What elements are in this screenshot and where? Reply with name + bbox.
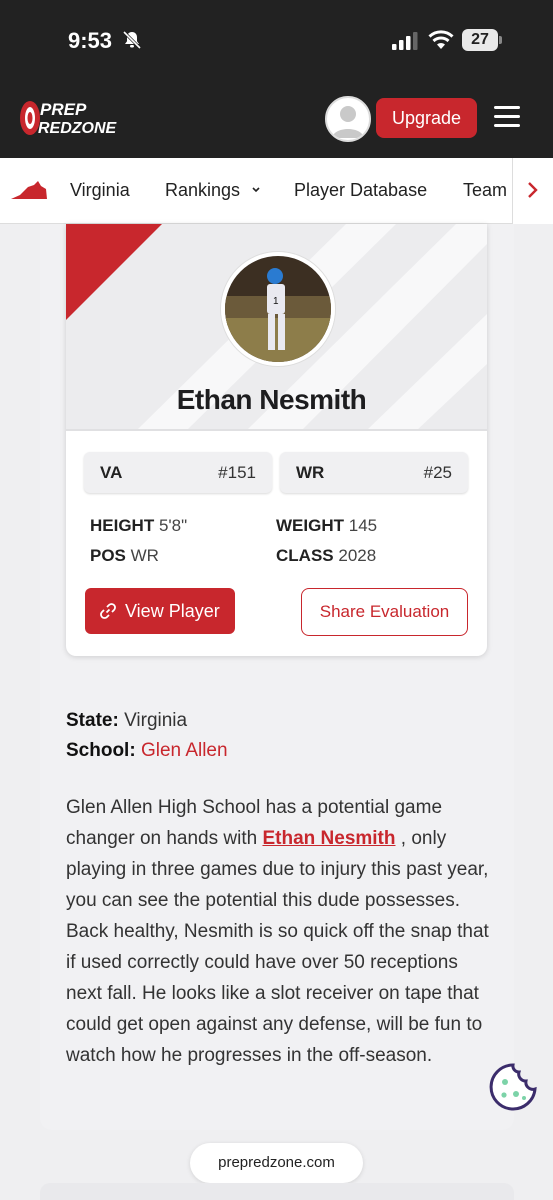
battery-tip — [499, 36, 502, 44]
chevron-down-icon — [252, 187, 260, 193]
pos-stat: POS WR — [90, 546, 159, 566]
nav-item-team[interactable]: Team — [463, 180, 507, 201]
nav-scroll-button[interactable] — [512, 158, 553, 224]
position-rank-chip: WR #25 — [280, 452, 468, 493]
prep-redzone-logo[interactable]: PREP REDZONE — [20, 98, 132, 138]
logo-bottom-text: REDZONE — [38, 120, 118, 137]
signal-icon — [392, 32, 418, 50]
state-label: State: — [66, 710, 119, 731]
share-evaluation-button[interactable]: Share Evaluation — [301, 588, 468, 636]
menu-icon[interactable] — [494, 106, 520, 130]
height-label: HEIGHT — [90, 516, 155, 535]
height-stat: HEIGHT 5'8" — [90, 516, 187, 536]
next-card — [40, 1183, 514, 1200]
nav-item-rankings[interactable]: Rankings — [165, 180, 240, 201]
article-text-after: , only playing in three games due to inj… — [66, 828, 489, 1066]
state-line: State: Virginia — [66, 710, 187, 732]
height-value: 5'8" — [158, 516, 188, 535]
school-link[interactable]: Glen Allen — [141, 740, 228, 761]
class-label: CLASS — [276, 546, 334, 565]
player-card-header: 1 Ethan Nesmith — [66, 224, 487, 431]
pos-value: WR — [130, 546, 159, 565]
link-icon — [100, 603, 116, 619]
state-rank-value: #151 — [218, 463, 256, 482]
position-rank-label: WR — [296, 463, 325, 482]
position-rank-value: #25 — [423, 463, 452, 482]
weight-stat: WEIGHT 145 — [276, 516, 377, 536]
state-rank-chip: VA #151 — [84, 452, 272, 493]
view-player-button[interactable]: View Player — [85, 588, 235, 634]
nav-item-virginia[interactable]: Virginia — [70, 180, 130, 201]
virginia-map-icon[interactable] — [10, 181, 48, 201]
class-value: 2028 — [338, 546, 377, 565]
logo-top-text: PREP — [40, 100, 87, 119]
avatar[interactable] — [325, 96, 371, 142]
weight-value: 145 — [348, 516, 378, 535]
state-rank-label: VA — [100, 463, 123, 482]
player-card: 1 Ethan Nesmith VA #151 WR #25 HEIGHT 5'… — [66, 224, 487, 656]
weight-label: WEIGHT — [276, 516, 344, 535]
cookie-icon[interactable] — [488, 1062, 538, 1112]
battery-indicator: 27 — [462, 29, 498, 51]
article-body: Glen Allen High School has a potential g… — [66, 792, 491, 1071]
view-player-label: View Player — [125, 601, 220, 621]
user-icon — [332, 106, 364, 138]
status-time: 9:53 — [68, 28, 113, 53]
bell-slash-icon — [122, 30, 142, 50]
upgrade-button[interactable]: Upgrade — [376, 98, 477, 138]
chevron-right-icon — [528, 182, 538, 198]
school-label: School: — [66, 740, 136, 761]
class-stat: CLASS 2028 — [276, 546, 376, 566]
url-bar[interactable]: prepredzone.com — [190, 1143, 363, 1183]
player-name: Ethan Nesmith — [176, 384, 367, 415]
player-photo: 1 — [221, 252, 335, 366]
svg-text:1: 1 — [273, 296, 279, 307]
player-name-link[interactable]: Ethan Nesmith — [262, 828, 395, 849]
pos-label: POS — [90, 546, 126, 565]
state-value: Virginia — [124, 710, 188, 731]
nav-item-player-database[interactable]: Player Database — [294, 180, 427, 201]
school-line: School: Glen Allen — [66, 740, 228, 762]
wifi-icon — [428, 30, 454, 49]
